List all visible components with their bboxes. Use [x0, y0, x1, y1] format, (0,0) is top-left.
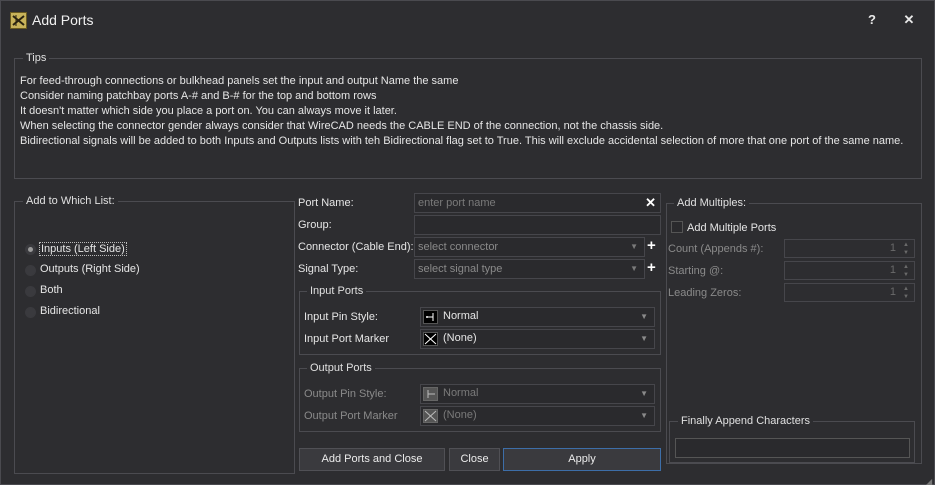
tip-line: It doesn't matter which side you place a…: [20, 105, 397, 117]
radio-both[interactable]: Both: [25, 284, 225, 300]
add-to-list-title: Add to Which List:: [23, 194, 118, 208]
input-pin-style-label: Input Pin Style:: [304, 311, 378, 323]
stepper-down-icon: ▼: [903, 250, 909, 256]
add-ports-and-close-button[interactable]: Add Ports and Close: [299, 448, 445, 471]
marker-none-icon: [423, 409, 438, 423]
tips-title: Tips: [23, 51, 50, 65]
stepper-up-icon: ▲: [903, 286, 909, 292]
tip-line: Bidirectional signals will be added to b…: [20, 135, 904, 147]
radio-label: Outputs (Right Side): [40, 263, 140, 275]
count-label: Count (Appends #):: [668, 243, 764, 255]
stepper-up-icon: ▲: [903, 264, 909, 270]
radio-icon: [25, 286, 36, 297]
port-name-input[interactable]: [418, 197, 628, 209]
add-multiples-title: Add Multiples:: [674, 196, 750, 210]
count-value: 1: [889, 242, 896, 254]
signal-type-label: Signal Type:: [298, 263, 359, 275]
signal-type-select[interactable]: select signal type ▼: [414, 259, 645, 279]
window-title: Add Ports: [32, 12, 94, 28]
output-ports-title: Output Ports: [307, 361, 375, 375]
radio-inputs[interactable]: Inputs (Left Side): [25, 242, 225, 258]
radio-bidirectional[interactable]: Bidirectional: [25, 305, 225, 321]
tip-line: For feed-through connections or bulkhead…: [20, 75, 459, 87]
output-port-marker-select: (None) ▼: [420, 406, 655, 426]
output-pin-style-label: Output Pin Style:: [304, 388, 387, 400]
radio-label: Both: [40, 284, 63, 296]
chevron-down-icon: ▼: [630, 242, 638, 251]
stepper-down-icon: ▼: [903, 272, 909, 278]
group-label: Group:: [298, 219, 332, 231]
wirecad-app-icon: [10, 12, 27, 29]
pin-normal-icon: [423, 387, 438, 401]
connector-select[interactable]: select connector ▼: [414, 237, 645, 257]
stepper-down-icon: ▼: [903, 294, 909, 300]
input-port-marker-value: (None): [443, 332, 477, 344]
input-port-marker-label: Input Port Marker: [304, 333, 389, 345]
chevron-down-icon: ▼: [640, 334, 648, 343]
resize-grip-icon[interactable]: ◢: [926, 477, 932, 485]
add-connector-button[interactable]: +: [647, 238, 656, 253]
radio-selected-icon: [25, 244, 36, 255]
marker-none-icon: [423, 332, 438, 346]
add-multiple-ports-checkbox[interactable]: [671, 221, 683, 233]
tip-line: Consider naming patchbay ports A-# and B…: [20, 90, 377, 102]
input-pin-style-value: Normal: [443, 310, 479, 322]
input-port-marker-select[interactable]: (None) ▼: [420, 329, 655, 349]
chevron-down-icon: ▼: [640, 312, 648, 321]
help-button[interactable]: ?: [862, 11, 882, 29]
radio-label: Inputs (Left Side): [39, 242, 127, 256]
group-input[interactable]: [414, 215, 661, 235]
chevron-down-icon: ▼: [640, 411, 648, 420]
radio-outputs[interactable]: Outputs (Right Side): [25, 263, 225, 279]
leading-zeros-value: 1: [889, 286, 896, 298]
count-stepper: 1 ▲ ▼: [784, 239, 915, 258]
input-ports-title: Input Ports: [307, 284, 367, 298]
leading-zeros-stepper: 1 ▲ ▼: [784, 283, 915, 302]
title-bar: Add Ports ? ✕: [1, 1, 934, 39]
connector-label: Connector (Cable End):: [298, 241, 414, 253]
pin-normal-icon: [423, 310, 438, 324]
leading-zeros-label: Leading Zeros:: [668, 287, 742, 299]
append-characters-input[interactable]: [675, 438, 910, 458]
radio-icon: [25, 265, 36, 276]
starting-value: 1: [889, 264, 896, 276]
radio-icon: [25, 307, 36, 318]
add-signal-type-button[interactable]: +: [647, 260, 656, 275]
starting-label: Starting @:: [668, 265, 724, 277]
chevron-down-icon: ▼: [640, 389, 648, 398]
add-to-list-group: Add to Which List: Inputs (Left Side) Ou…: [14, 194, 295, 474]
stepper-up-icon: ▲: [903, 242, 909, 248]
starting-stepper: 1 ▲ ▼: [784, 261, 915, 280]
tips-group: Tips For feed-through connections or bul…: [14, 51, 922, 179]
connector-placeholder: select connector: [418, 241, 499, 253]
close-button[interactable]: Close: [449, 448, 500, 471]
port-name-field[interactable]: ✕: [414, 193, 661, 213]
output-pin-style-value: Normal: [443, 387, 479, 399]
output-port-marker-label: Output Port Marker: [304, 410, 398, 422]
close-window-button[interactable]: ✕: [899, 11, 919, 29]
tip-line: When selecting the connector gender alwa…: [20, 120, 664, 132]
chevron-down-icon: ▼: [630, 264, 638, 273]
radio-label: Bidirectional: [40, 305, 100, 317]
append-characters-title: Finally Append Characters: [678, 414, 814, 428]
output-port-marker-value: (None): [443, 409, 477, 421]
add-multiple-ports-label: Add Multiple Ports: [687, 222, 777, 234]
signal-type-placeholder: select signal type: [418, 263, 503, 275]
output-pin-style-select: Normal ▼: [420, 384, 655, 404]
port-name-label: Port Name:: [298, 197, 354, 209]
clear-icon[interactable]: ✕: [645, 194, 656, 212]
add-ports-dialog: Add Ports ? ✕ Tips For feed-through conn…: [0, 0, 935, 485]
apply-button[interactable]: Apply: [503, 448, 661, 471]
input-pin-style-select[interactable]: Normal ▼: [420, 307, 655, 327]
